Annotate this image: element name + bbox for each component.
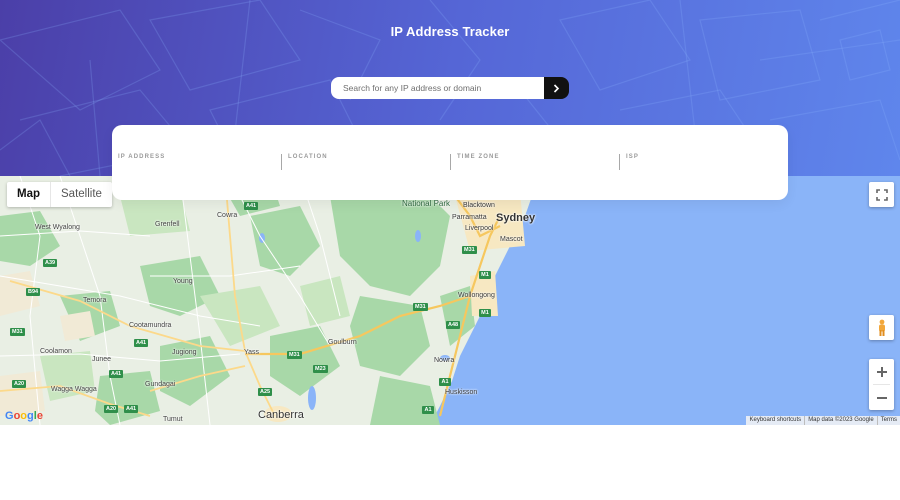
map-label-wollongong: Wollongong: [458, 292, 495, 299]
road-shield: M31: [462, 246, 477, 254]
map-label-huskisson: Huskisson: [445, 389, 478, 396]
keyboard-shortcuts-link[interactable]: Keyboard shortcuts: [746, 416, 804, 425]
fullscreen-button[interactable]: [869, 182, 894, 207]
map-label-blacktown: Blacktown: [463, 202, 495, 209]
map-tiles: [0, 176, 900, 425]
terms-link[interactable]: Terms: [876, 416, 900, 425]
map-type-control: Map Satellite: [7, 182, 112, 207]
road-shield: A1: [439, 378, 451, 386]
road-shield: M31: [10, 328, 25, 336]
search-bar: [331, 77, 569, 99]
map-label-canberra: Canberra: [258, 409, 304, 421]
map-label-grenfell: Grenfell: [155, 221, 180, 228]
info-ip-address: IP ADDRESS: [118, 154, 281, 170]
road-shield: A39: [43, 259, 58, 267]
map-type-map-button[interactable]: Map: [7, 182, 50, 207]
road-shield: M31: [413, 303, 428, 311]
map-data-credit: Map data ©2023 Google: [804, 416, 876, 425]
map-label-national-park: National Park: [402, 199, 451, 208]
map-label-coolamon: Coolamon: [40, 348, 72, 355]
info-label-location: LOCATION: [288, 154, 328, 160]
map-label-temora: Temora: [83, 297, 107, 304]
search-submit-button[interactable]: [544, 77, 569, 99]
road-shield: B94: [26, 288, 41, 296]
zoom-in-button[interactable]: [869, 359, 894, 384]
plus-icon: [876, 366, 887, 377]
map-type-satellite-button[interactable]: Satellite: [50, 182, 112, 207]
road-shield: A1: [422, 406, 434, 414]
road-shield: A41: [124, 405, 139, 413]
chevron-right-icon: [553, 83, 560, 93]
minus-icon: [876, 396, 887, 399]
map-label-wagga-wagga: Wagga Wagga: [51, 386, 97, 393]
zoom-out-button[interactable]: [869, 385, 894, 410]
page: IP Address Tracker IP ADDRESS LOCATION T…: [0, 0, 900, 500]
road-shield: A41: [244, 202, 259, 210]
info-location: LOCATION: [281, 154, 450, 170]
road-shield: M1: [479, 271, 491, 279]
map-label-jugiong: Jugiong: [172, 349, 197, 356]
map-label-yass: Yass: [244, 349, 260, 356]
fullscreen-icon: [875, 188, 888, 201]
pegman-icon: [878, 319, 885, 336]
map-label-west-wyalong: West Wyalong: [35, 224, 80, 231]
road-shield: A41: [109, 370, 124, 378]
info-time-zone: TIME ZONE: [450, 154, 619, 170]
road-shield: A25: [258, 388, 273, 396]
street-view-pegman-button[interactable]: [869, 315, 894, 340]
info-isp: ISP: [619, 154, 779, 170]
map-label-tumut: Tumut: [163, 416, 183, 423]
map-label-junee: Junee: [92, 356, 112, 363]
map-label-young: Young: [173, 278, 193, 285]
zoom-control: [869, 359, 894, 410]
map-label-mascot: Mascot: [500, 236, 523, 243]
info-label-isp: ISP: [626, 154, 639, 160]
road-shield: A20: [12, 380, 27, 388]
road-shield: M31: [287, 351, 302, 359]
map-label-sydney: Sydney: [496, 212, 536, 224]
road-shield: A20: [104, 405, 119, 413]
page-title: IP Address Tracker: [390, 24, 510, 39]
map-label-goulburn: Goulburn: [328, 339, 357, 346]
map-label-liverpool: Liverpool: [465, 225, 494, 232]
map-label-cowra: Cowra: [217, 212, 238, 219]
map-attribution: Keyboard shortcuts Map data ©2023 Google…: [746, 416, 900, 425]
map-view[interactable]: National Park Blacktown Parramatta Sydne…: [0, 176, 900, 425]
ip-info-card: IP ADDRESS LOCATION TIME ZONE ISP: [112, 125, 788, 200]
road-shield: A48: [446, 321, 461, 329]
map-label-parramatta: Parramatta: [452, 214, 487, 221]
road-shield: A41: [134, 339, 149, 347]
map-label-cootamundra: Cootamundra: [129, 322, 172, 329]
info-label-time-zone: TIME ZONE: [457, 154, 500, 160]
road-shield: M23: [313, 365, 328, 373]
map-label-gundagai: Gundagai: [145, 381, 176, 388]
info-label-ip-address: IP ADDRESS: [118, 154, 166, 160]
search-input[interactable]: [331, 77, 544, 99]
road-shield: M1: [479, 309, 491, 317]
map-label-nowra: Nowra: [434, 357, 455, 364]
google-logo[interactable]: Google: [5, 410, 43, 422]
